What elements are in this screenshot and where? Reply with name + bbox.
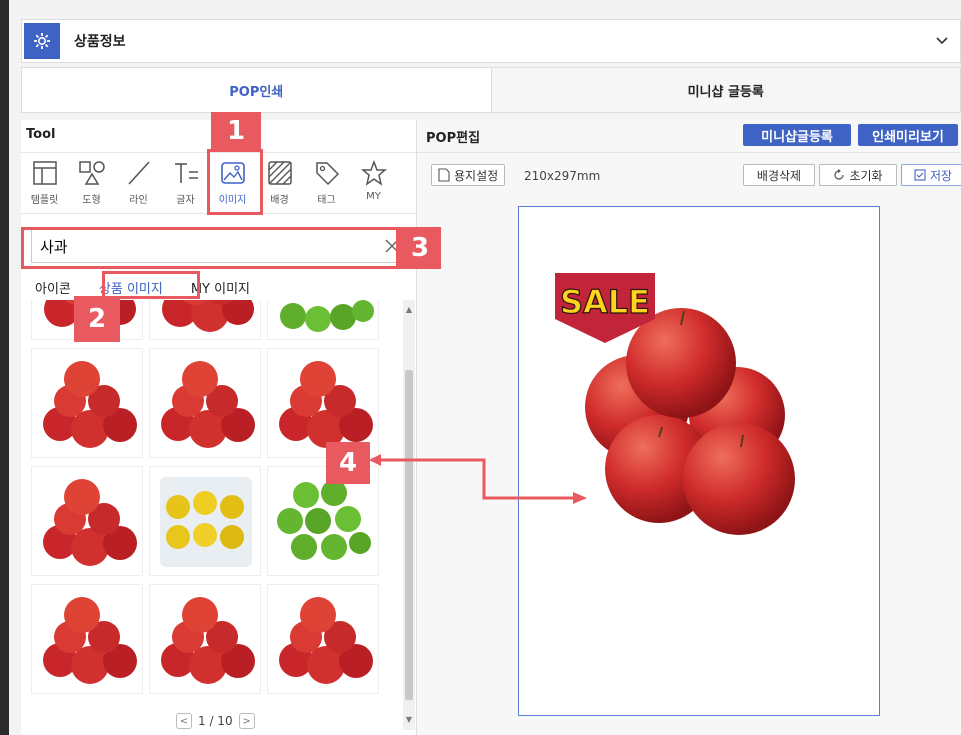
tool-label: 도형 <box>82 195 101 206</box>
product-info-header[interactable]: 상품정보 <box>21 19 961 63</box>
image-thumbnail[interactable] <box>149 300 261 340</box>
step-marker-2: 2 <box>74 296 120 342</box>
tool-tag[interactable]: 태그 <box>303 153 350 213</box>
tool-label: 배경 <box>270 195 289 206</box>
template-icon <box>32 161 57 185</box>
highlight-search <box>21 227 399 269</box>
sale-badge-text: SALE <box>560 283 650 321</box>
grid-scrollbar[interactable]: ▲ ▼ <box>403 300 415 730</box>
header-title: 상품정보 <box>74 34 126 50</box>
tab-pop-print[interactable]: POP인쇄 <box>22 68 492 112</box>
step-marker-1: 1 <box>211 112 261 150</box>
apple-pile-image <box>279 597 373 684</box>
save-icon <box>914 169 926 181</box>
image-thumbnail[interactable] <box>149 466 261 576</box>
star-icon <box>360 159 387 186</box>
image-thumbnail[interactable] <box>267 300 379 340</box>
gear-icon[interactable] <box>24 23 60 59</box>
print-preview-button[interactable]: 인쇄미리보기 <box>858 124 958 146</box>
pagination: < 1 / 10 > <box>176 713 255 729</box>
tool-background[interactable]: 배경 <box>256 153 303 213</box>
pop-editor-panel: POP편집 미니샵글등록 인쇄미리보기 용지설정 210x297mm 배경삭제 … <box>416 120 961 735</box>
save-button[interactable]: 저장 <box>901 164 961 186</box>
image-thumbnail[interactable] <box>31 466 143 576</box>
tool-text[interactable]: 글자 <box>162 153 209 213</box>
scroll-up-icon[interactable]: ▲ <box>405 306 413 314</box>
drag-arrow-icon <box>369 454 587 504</box>
remove-background-button[interactable]: 배경삭제 <box>743 164 815 186</box>
tool-label: MY <box>366 191 381 202</box>
highlight-product-image-tab <box>102 271 200 299</box>
pop-editor-title: POP편집 <box>426 131 481 146</box>
background-icon <box>267 161 292 185</box>
shapes-icon <box>78 161 105 185</box>
tab-minishop-post[interactable]: 미니샵 글등록 <box>491 68 960 112</box>
paper-size-text: 210x297mm <box>524 169 601 183</box>
yellow-apple-bag-image <box>160 477 252 567</box>
tool-my[interactable]: MY <box>350 153 397 213</box>
apple-pile-image <box>161 597 255 684</box>
image-thumbnail[interactable] <box>149 584 261 694</box>
main-tabs: POP인쇄 미니샵 글등록 <box>21 67 961 113</box>
image-thumbnail[interactable] <box>267 584 379 694</box>
page-indicator: 1 / 10 <box>198 714 233 728</box>
chevron-down-icon[interactable] <box>932 30 952 50</box>
step-marker-3: 3 <box>399 227 441 269</box>
tool-line[interactable]: 라인 <box>115 153 162 213</box>
subtab-icon[interactable]: 아이콘 <box>31 278 75 299</box>
step-marker-4: 4 <box>326 442 370 484</box>
line-icon <box>127 161 150 185</box>
tool-title: Tool <box>26 127 56 142</box>
refresh-icon <box>834 169 845 180</box>
tool-label: 템플릿 <box>30 195 59 206</box>
minishop-post-button[interactable]: 미니샵글등록 <box>743 124 851 146</box>
tag-icon <box>315 162 339 186</box>
apple-pile-image <box>161 361 255 448</box>
green-apple-image <box>280 300 374 332</box>
prev-page-button[interactable]: < <box>176 713 192 729</box>
image-thumbnail[interactable] <box>149 348 261 458</box>
scroll-down-icon[interactable]: ▼ <box>405 716 413 724</box>
apple-pile-image <box>43 361 137 448</box>
image-grid <box>31 300 391 708</box>
tool-template[interactable]: 템플릿 <box>21 153 68 213</box>
apple-pile-image <box>43 597 137 684</box>
tool-label: 태그 <box>317 195 336 206</box>
tool-shape[interactable]: 도형 <box>68 153 115 213</box>
paper-setting-label: 용지설정 <box>454 168 499 183</box>
highlight-image-tool <box>207 149 263 215</box>
apple-pile-image <box>162 300 254 332</box>
tool-label: 라인 <box>129 195 148 206</box>
image-thumbnail[interactable] <box>31 584 143 694</box>
image-thumbnail[interactable] <box>31 348 143 458</box>
reset-label: 초기화 <box>849 168 883 183</box>
save-label: 저장 <box>929 168 953 183</box>
paper-setting-button[interactable]: 용지설정 <box>431 164 506 186</box>
apple-pile-image <box>43 479 137 566</box>
editor-toolbar: 용지설정 210x297mm 배경삭제 초기화 저장 <box>417 152 961 186</box>
reset-button[interactable]: 초기화 <box>819 164 897 186</box>
page-icon <box>438 168 450 182</box>
scrollbar-thumb[interactable] <box>405 370 413 700</box>
app-window: 상품정보 POP인쇄 미니샵 글등록 Tool 템플릿 도형 라인 글자 이미지… <box>9 0 961 735</box>
tool-label: 글자 <box>176 195 195 206</box>
next-page-button[interactable]: > <box>238 713 255 729</box>
text-icon <box>174 163 198 183</box>
